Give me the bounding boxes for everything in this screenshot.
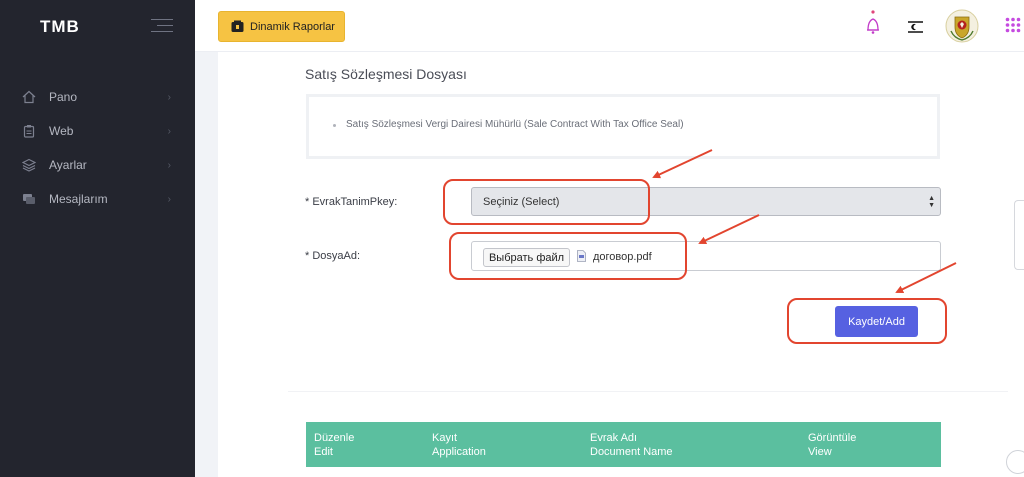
menu-toggle-icon[interactable] (151, 19, 173, 37)
sidebar-nav: Pano › Web › Ayarlar › Mesajlarım › (0, 80, 195, 216)
bell-icon[interactable] (865, 10, 881, 41)
apps-grid-icon[interactable] (1005, 17, 1021, 38)
sidebar-item-label: Pano (49, 90, 78, 104)
sidebar-item-label: Mesajlarım (49, 192, 108, 206)
evrak-tanim-select[interactable]: Seçiniz (Select) ▲ ▼ (471, 187, 941, 216)
chevron-right-icon: › (167, 125, 171, 137)
sidebar-item-label: Web (49, 124, 74, 138)
app-logo[interactable]: TMB (40, 17, 80, 37)
column-header-document-name: Evrak Adı Document Name (590, 431, 673, 459)
top-header: Dinamik Raporlar (195, 0, 1024, 52)
document-note-text: Satış Sözleşmesi Vergi Dairesi Mühürlü (… (346, 119, 684, 130)
sidebar: TMB Pano › Web › Ayarlar › Mesajlarım › (0, 0, 195, 477)
layers-icon (22, 158, 36, 172)
save-add-button[interactable]: Kaydet/Add (835, 306, 918, 337)
column-header-line: Document Name (590, 446, 673, 458)
document-note-box: Satış Sözleşmesi Vergi Dairesi Mühürlü (… (306, 94, 940, 159)
chevron-right-icon: › (167, 91, 171, 103)
report-icon (231, 20, 244, 32)
sidebar-item-pano[interactable]: Pano › (0, 80, 195, 114)
column-header-application: Kayıt Application (432, 431, 486, 459)
column-header-line: View (808, 446, 832, 458)
dosya-ad-label: * DosyaAd: (305, 250, 361, 262)
chat-icon (22, 192, 36, 206)
column-header-line: Düzenle (314, 432, 355, 444)
section-title: Satış Sözleşmesi Dosyası (305, 66, 467, 82)
select-value: Seçiniz (Select) (483, 195, 560, 208)
emblem-icon[interactable] (945, 9, 979, 48)
selected-file-name: договор.pdf (593, 251, 652, 263)
main-content: Satış Sözleşmesi Dosyası Satış Sözleşmes… (218, 52, 1024, 477)
column-header-view: Görüntüle View (808, 431, 856, 459)
chevron-right-icon: › (167, 159, 171, 171)
column-header-line: Kayıt (432, 432, 458, 444)
dynamic-reports-label: Dinamik Raporlar (250, 20, 335, 33)
home-icon (22, 90, 36, 104)
column-header-edit: Düzenle Edit (314, 431, 354, 459)
sidebar-item-ayarlar[interactable]: Ayarlar › (0, 148, 195, 182)
column-header-line: Application (432, 446, 486, 458)
flag-icon[interactable] (907, 20, 924, 39)
column-header-line: Edit (314, 446, 333, 458)
column-header-line: Görüntüle (808, 432, 857, 444)
choose-file-button[interactable]: Выбрать файл (483, 248, 570, 267)
sidebar-item-label: Ayarlar (49, 158, 87, 172)
clipboard-icon (22, 124, 36, 138)
file-input[interactable]: Выбрать файл договор.pdf (471, 241, 941, 271)
dynamic-reports-button[interactable]: Dinamik Raporlar (218, 11, 345, 42)
chevron-right-icon: › (167, 193, 171, 205)
column-header-line: Evrak Adı (590, 432, 638, 444)
evrak-tanim-label: * EvrakTanimPkey: (305, 196, 398, 208)
sidebar-item-web[interactable]: Web › (0, 114, 195, 148)
sidebar-item-mesajlarim[interactable]: Mesajlarım › (0, 182, 195, 216)
select-arrows-icon: ▲ ▼ (928, 195, 935, 209)
table-header: Düzenle Edit Kayıt Application Evrak Adı… (306, 422, 941, 467)
side-panel-tab[interactable] (1014, 200, 1024, 270)
pdf-file-icon (577, 250, 586, 262)
divider (288, 391, 1008, 392)
scroll-to-top-button[interactable] (1006, 450, 1024, 474)
bullet-icon (333, 124, 336, 127)
